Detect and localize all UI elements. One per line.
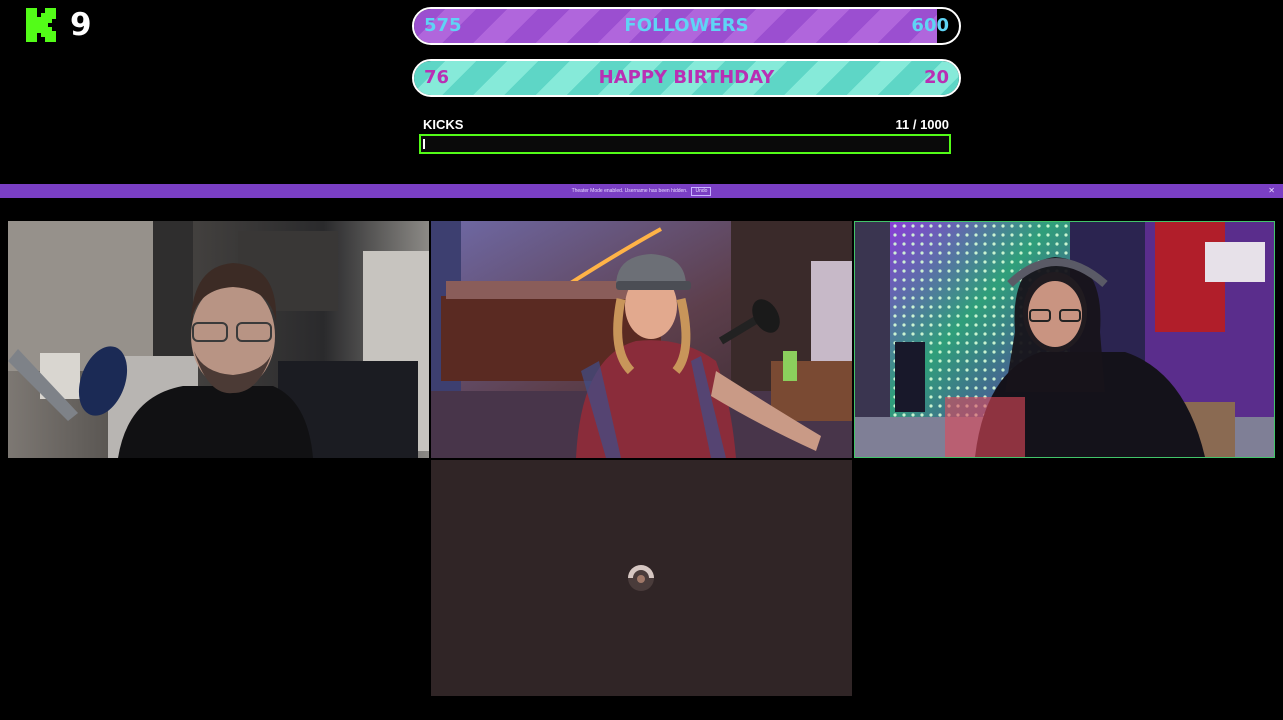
camera-feed-3[interactable] <box>854 221 1275 458</box>
kick-logo-icon <box>26 8 56 42</box>
camera-feed-1[interactable] <box>8 221 429 458</box>
camera-feed-2[interactable] <box>431 221 852 458</box>
banner-text: Theater Mode enabled. Username has been … <box>571 188 688 194</box>
goal-target-value: 20 <box>923 67 949 88</box>
goal-title: FOLLOWERS <box>624 15 749 36</box>
kick-count: 9 <box>70 7 92 43</box>
followers-goal-bar: 575 FOLLOWERS 600 <box>412 7 961 45</box>
goal-target-value: 600 <box>911 15 949 36</box>
kicks-label: KICKS <box>423 117 464 132</box>
camera-feed-4-loading[interactable] <box>431 460 852 696</box>
loading-spinner-icon <box>628 565 654 591</box>
banner-undo-button[interactable]: Undo <box>691 186 712 196</box>
close-icon[interactable]: ✕ <box>1268 186 1275 196</box>
theater-mode-banner: Theater Mode enabled. Username has been … <box>0 184 1283 198</box>
kicks-progress-fill <box>423 139 425 149</box>
birthday-goal-bar: 76 HAPPY BIRTHDAY 20 <box>412 59 961 97</box>
goal-title: HAPPY BIRTHDAY <box>598 67 775 88</box>
kicks-progress-bar <box>419 134 951 154</box>
kicks-count: 11 / 1000 <box>895 117 950 132</box>
